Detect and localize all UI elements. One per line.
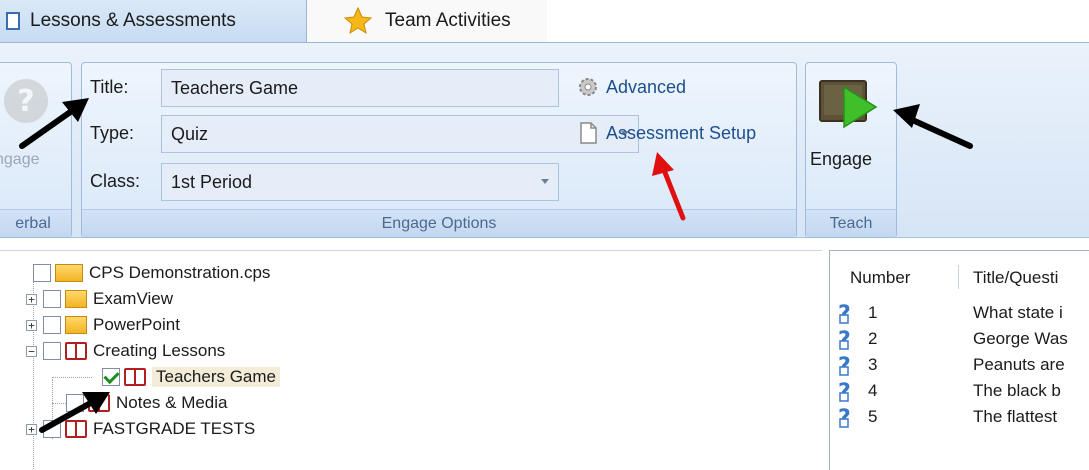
expand-plus-icon[interactable]: + — [26, 319, 37, 331]
question-row[interactable]: ? 5 The flattest — [830, 405, 1089, 429]
title-label: Title: — [90, 77, 129, 97]
tree-connector — [52, 377, 92, 378]
assessment-setup-button[interactable]: Assessment Setup — [576, 121, 756, 145]
tab-team-activities[interactable]: Team Activities — [307, 0, 547, 42]
group-caption-verbal: erbal — [0, 209, 71, 237]
svg-text:?: ? — [17, 84, 34, 119]
advanced-button[interactable]: Advanced — [576, 75, 686, 99]
advanced-label: Advanced — [606, 76, 687, 97]
expand-plus-icon[interactable]: + — [26, 293, 37, 305]
question-type-icon: ? — [838, 380, 851, 403]
tree-connector — [52, 403, 66, 404]
chevron-down-icon — [541, 179, 549, 184]
tree-checkbox[interactable] — [43, 290, 61, 308]
group-caption-engage-options: Engage Options — [82, 209, 796, 237]
class-dropdown[interactable]: 1st Period — [161, 163, 559, 201]
ribbon-group-teach: Engage Teach — [805, 62, 897, 238]
tree-item-label: CPS Demonstration.cps — [89, 263, 271, 282]
tree-item-notes-media[interactable]: Notes & Media — [66, 391, 228, 415]
folder-icon — [65, 316, 87, 334]
question-title: The black b — [973, 381, 1061, 400]
star-icon — [343, 6, 373, 35]
tree-checkbox[interactable] — [43, 316, 61, 334]
question-number: 1 — [868, 303, 878, 322]
title-value: Teachers Game — [171, 77, 299, 98]
tree-item-label: PowerPoint — [93, 315, 180, 334]
document-icon — [6, 12, 20, 30]
class-label: Class: — [90, 171, 141, 191]
question-row[interactable]: ? 4 The black b — [830, 379, 1089, 403]
question-number: 5 — [868, 407, 878, 426]
tree-checkbox-checked[interactable] — [102, 368, 120, 386]
group-caption-teach: Teach — [806, 209, 896, 237]
tree-item-root[interactable]: - CPS Demonstration.cps — [0, 261, 270, 285]
engage-play-icon — [819, 80, 878, 129]
tree-checkbox[interactable] — [43, 420, 61, 438]
tab-label: Lessons & Assessments — [30, 10, 236, 31]
question-title: What state i — [973, 303, 1063, 322]
class-value: 1st Period — [171, 171, 253, 192]
title-field[interactable]: Teachers Game — [161, 69, 559, 107]
assessment-setup-label: Assessment Setup — [606, 122, 757, 143]
tree-checkbox[interactable] — [43, 342, 61, 360]
question-title: The flattest — [973, 407, 1058, 426]
engage-button[interactable]: Engage — [810, 149, 872, 170]
tree-item-powerpoint[interactable]: + PowerPoint — [26, 313, 180, 337]
column-header-title[interactable]: Title/Questi — [973, 263, 1058, 293]
tree-item-examview[interactable]: + ExamView — [26, 287, 173, 311]
ribbon-group-engage-options: Title: Teachers Game Type: Quiz Class: 1… — [81, 62, 797, 238]
collapse-minus-icon[interactable]: − — [26, 345, 37, 357]
tree-item-label: Notes & Media — [116, 393, 228, 412]
tree-checkbox[interactable] — [33, 264, 51, 282]
verbal-engage-button[interactable]: ngage — [0, 151, 40, 169]
question-type-icon: ? — [838, 406, 851, 429]
question-list: Number Title/Questi ? 1 What state i ? 2… — [829, 250, 1089, 470]
question-number: 2 — [868, 329, 878, 348]
tree-item-label: FASTGRADE TESTS — [93, 419, 256, 438]
tree-item-label-selected: Teachers Game — [152, 367, 280, 387]
book-icon — [65, 342, 87, 360]
tab-lessons-assessments[interactable]: Lessons & Assessments — [0, 0, 307, 42]
folder-icon — [55, 264, 83, 282]
folder-icon — [65, 290, 87, 308]
ribbon-tab-strip: Lessons & Assessments Team Activities — [0, 0, 1089, 42]
question-type-icon: ? — [838, 302, 851, 325]
question-row[interactable]: ? 1 What state i — [830, 301, 1089, 325]
tree-item-creating-lessons[interactable]: − Creating Lessons — [26, 339, 225, 363]
tree-item-label: ExamView — [93, 289, 173, 308]
book-icon — [65, 420, 87, 438]
question-row[interactable]: ? 2 George Was — [830, 327, 1089, 351]
question-title: Peanuts are — [973, 355, 1065, 374]
lesson-tree: - CPS Demonstration.cps + ExamView + Pow… — [0, 250, 822, 470]
question-number: 3 — [868, 355, 878, 374]
question-type-icon: ? — [838, 328, 851, 351]
ribbon-group-verbal: ? ngage erbal — [0, 62, 72, 238]
tree-item-teachers-game[interactable]: Teachers Game — [102, 365, 280, 389]
tree-item-fastgrade-tests[interactable]: + FASTGRADE TESTS — [26, 417, 255, 441]
tab-label: Team Activities — [385, 10, 511, 31]
book-icon — [124, 368, 146, 386]
gear-icon — [579, 78, 597, 96]
question-number: 4 — [868, 381, 878, 400]
tree-checkbox[interactable] — [66, 394, 84, 412]
question-type-icon: ? — [838, 354, 851, 377]
column-divider[interactable] — [958, 265, 959, 289]
type-value: Quiz — [171, 123, 209, 144]
expand-plus-icon[interactable]: + — [26, 423, 37, 435]
book-icon — [88, 394, 110, 412]
question-title: George Was — [973, 329, 1068, 348]
column-header-number[interactable]: Number — [850, 263, 910, 293]
help-question-icon: ? — [4, 79, 48, 123]
type-dropdown[interactable]: Quiz — [161, 115, 639, 153]
question-row[interactable]: ? 3 Peanuts are — [830, 353, 1089, 377]
tree-item-label: Creating Lessons — [93, 341, 226, 360]
document-icon — [580, 122, 597, 144]
type-label: Type: — [90, 123, 135, 143]
